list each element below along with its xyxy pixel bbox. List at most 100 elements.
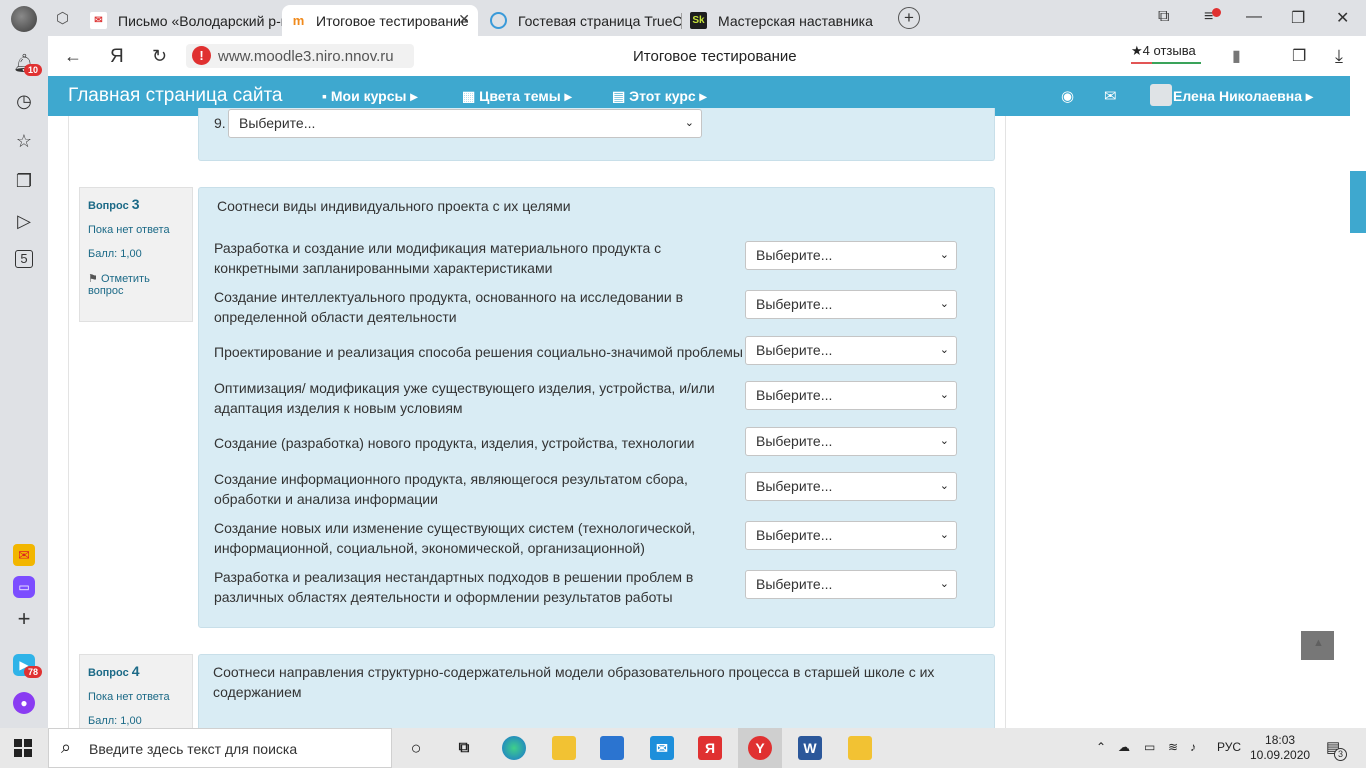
messages-icon[interactable]: ✉ — [1104, 87, 1117, 105]
question4-text: Соотнеси направления структурно-содержат… — [213, 664, 935, 700]
user-name: Елена Николаевна — [1173, 88, 1303, 104]
store-icon[interactable] — [600, 736, 624, 760]
match-item-text: Разработка и реализация нестандартных по… — [214, 569, 694, 605]
prev-item-select[interactable]: Выберите... ⌄ — [228, 109, 702, 138]
match-select[interactable]: Выберите... ⌄ — [745, 290, 957, 319]
windows-taskbar: ⌕ Введите здесь текст для поиска ○ ⧉ ✉ Я… — [0, 728, 1366, 768]
page-title: Итоговое тестирование — [633, 48, 797, 65]
match-item-text: Оптимизация/ модификация уже существующе… — [214, 380, 715, 416]
reload-icon[interactable]: ↻ — [152, 46, 167, 67]
yandex-app-icon[interactable]: Я — [698, 736, 722, 760]
flag-icon: ⚑ — [88, 273, 98, 285]
cortana-icon[interactable]: ○ — [404, 736, 428, 760]
chevron-down-icon: ⌄ — [939, 480, 949, 492]
notifications-icon[interactable]: ◉ — [1061, 87, 1074, 105]
match-select[interactable]: Выберите... ⌄ — [745, 521, 957, 550]
tab-label: Гостевая страница TrueConf — [518, 12, 682, 29]
alice-icon[interactable]: ● — [13, 692, 35, 714]
back-icon[interactable]: ← — [64, 46, 82, 67]
tab-trueconf[interactable]: Гостевая страница TrueConf — [482, 5, 682, 36]
search-placeholder: Введите здесь текст для поиска — [89, 741, 298, 757]
bookmark-icon[interactable]: ▮ — [1232, 46, 1241, 66]
messenger-app-icon[interactable]: ▭ — [13, 576, 35, 598]
windows-start-icon[interactable] — [14, 739, 32, 757]
match-item-text: Проектирование и реализация способа реше… — [214, 344, 743, 360]
match-select[interactable]: Выберите... ⌄ — [745, 336, 957, 365]
notification-count: 3 — [1334, 748, 1347, 761]
clock-time: 18:03 — [1265, 733, 1296, 747]
select-value: Выберите... — [239, 115, 316, 131]
profile-avatar[interactable] — [11, 6, 37, 32]
browser-tab-bar: ⬡ ✉ Письмо «Володарский р-н» m Итоговое … — [0, 0, 1366, 36]
mail-app-icon[interactable]: ✉ — [650, 736, 674, 760]
match-select[interactable]: Выберите... ⌄ — [745, 472, 957, 501]
taskbar-search[interactable]: ⌕ Введите здесь текст для поиска — [48, 728, 392, 768]
five-icon[interactable]: 5 — [15, 250, 33, 268]
browser-sidebar: 🔔︎ 10 ◷ ☆ ❐ ▷ 5 ✉ ▭ + ▶ 78 ● — [0, 36, 48, 728]
cloud-icon[interactable]: ☁ — [1118, 740, 1130, 754]
star-icon[interactable]: ☆ — [13, 130, 35, 152]
flag-question-link[interactable]: ⚑ Отметить вопрос — [88, 272, 184, 297]
mail-app-icon[interactable]: ✉ — [13, 544, 35, 566]
tab-label: Итоговое тестирование — [316, 12, 469, 29]
tab-mail[interactable]: ✉ Письмо «Володарский р-н» — [82, 5, 282, 36]
question3-status: Пока нет ответа — [88, 224, 170, 236]
user-menu[interactable]: Елена Николаевна ▸ — [1173, 88, 1313, 105]
package-icon[interactable]: ⬡ — [56, 9, 69, 27]
clock-date: 10.09.2020 — [1250, 748, 1311, 762]
url-text[interactable]: www.moodle3.niro.nnov.ru — [218, 48, 394, 65]
question3-info: Вопрос 3 Пока нет ответа Балл: 1,00 ⚑ От… — [79, 187, 193, 322]
question4-status: Пока нет ответа — [88, 691, 170, 703]
question4-info: Вопрос 4 Пока нет ответа Балл: 1,00 — [79, 654, 193, 728]
restore-icon[interactable]: ❐ — [1291, 8, 1305, 28]
yandex-icon[interactable]: Я — [110, 46, 124, 68]
close-icon[interactable]: ✕ — [458, 11, 470, 28]
new-tab-button[interactable]: + — [898, 7, 920, 29]
history-icon[interactable]: ◷ — [13, 90, 35, 112]
tab-workshop[interactable]: Sk Мастерская наставника — [682, 5, 888, 36]
theme-colors-label: Цвета темы — [479, 88, 561, 104]
question3-score: Балл: 1,00 — [88, 248, 142, 260]
add-icon[interactable]: + — [13, 608, 35, 630]
user-avatar[interactable] — [1150, 84, 1172, 106]
match-select[interactable]: Выберите... ⌄ — [745, 241, 957, 270]
volume-icon[interactable]: ♪ — [1190, 740, 1196, 754]
chevron-down-icon: ⌄ — [939, 344, 949, 356]
close-window-icon[interactable]: ✕ — [1336, 8, 1349, 28]
match-select[interactable]: Выберите... ⌄ — [745, 570, 957, 599]
chevron-up-icon[interactable]: ⌃ — [1096, 740, 1106, 754]
this-course-menu[interactable]: ▤ Этот курс ▸ — [612, 88, 707, 105]
notification-badge: 10 — [24, 64, 43, 76]
site-home-link[interactable]: Главная страница сайта — [68, 85, 283, 107]
yandex-browser-icon[interactable]: Y — [748, 736, 772, 760]
edge-icon[interactable] — [502, 736, 526, 760]
back-to-top-button[interactable]: ▲ — [1301, 631, 1334, 660]
minimize-icon[interactable]: — — [1246, 8, 1262, 26]
match-select[interactable]: Выберите... ⌄ — [745, 381, 957, 410]
match-item-text: Создание интеллектуального продукта, осн… — [214, 289, 684, 325]
chevron-up-icon: ▲ — [1313, 637, 1324, 649]
my-courses-menu[interactable]: ▪ Мои курсы ▸ — [322, 88, 417, 105]
download-icon[interactable]: ⤓ — [1335, 46, 1343, 67]
clock[interactable]: 18:03 10.09.2020 — [1250, 733, 1310, 763]
collections-icon[interactable]: ❐ — [13, 170, 35, 192]
chevron-down-icon: ⌄ — [684, 117, 694, 129]
word-icon[interactable]: W — [798, 736, 822, 760]
chevron-down-icon: ⌄ — [939, 435, 949, 447]
tabs-icon[interactable]: ⧉ — [1158, 8, 1169, 26]
play-icon[interactable]: ▷ — [13, 210, 35, 232]
search-icon: ⌕ — [61, 737, 72, 757]
tab-test[interactable]: m Итоговое тестирование ✕ — [282, 5, 478, 36]
reviews-button[interactable]: ★4 отзыва — [1131, 43, 1196, 59]
page-scrollbar-thumb[interactable] — [1350, 171, 1366, 233]
language-indicator[interactable]: РУС — [1217, 740, 1241, 754]
task-view-icon[interactable]: ⧉ — [452, 736, 476, 760]
collections-icon[interactable]: ❐ — [1292, 46, 1306, 66]
warning-icon[interactable]: ! — [192, 46, 211, 65]
wifi-icon[interactable]: ≋ — [1168, 740, 1178, 754]
explorer-icon[interactable] — [552, 736, 576, 760]
battery-icon[interactable]: ▭ — [1144, 740, 1155, 754]
photos-icon[interactable] — [848, 736, 872, 760]
theme-colors-menu[interactable]: ▦ Цвета темы ▸ — [462, 88, 572, 105]
match-select[interactable]: Выберите... ⌄ — [745, 427, 957, 456]
